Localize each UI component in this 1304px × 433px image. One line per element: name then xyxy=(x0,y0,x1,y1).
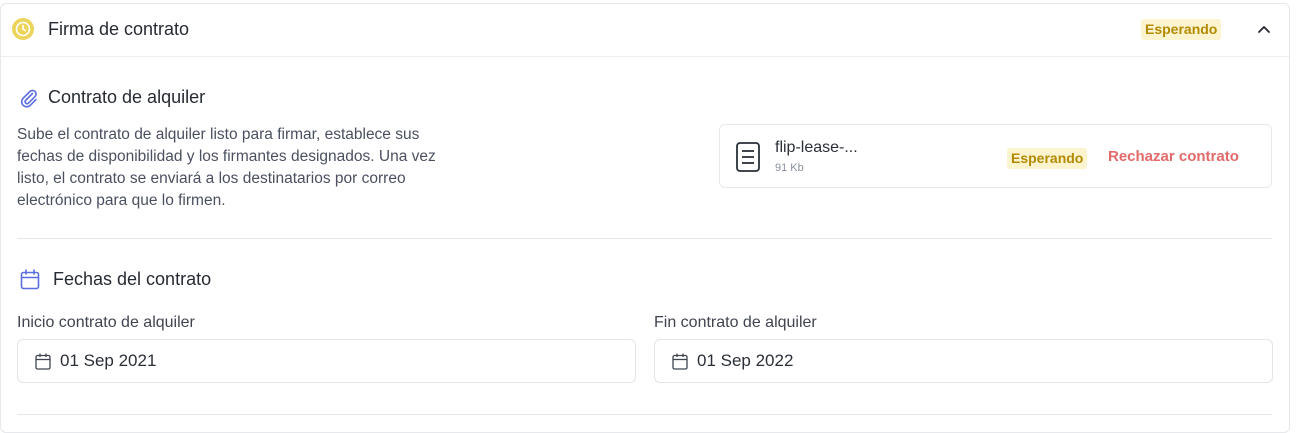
chevron-up-icon[interactable] xyxy=(1256,22,1272,36)
section-divider xyxy=(17,414,1272,415)
start-date-field[interactable]: 01 Sep 2021 xyxy=(17,339,636,383)
end-date-value: 01 Sep 2022 xyxy=(697,351,794,370)
contract-description: Sube el contrato de alquiler listo para … xyxy=(17,126,436,209)
contract-file-card: flip-lease-... 91 Kb Esperando Rechazar … xyxy=(719,124,1272,188)
file-size: 91 Kb xyxy=(775,162,804,174)
paperclip-icon xyxy=(20,89,37,108)
file-status-badge: Esperando xyxy=(1007,148,1088,169)
end-date-label: Fin contrato de alquiler xyxy=(654,314,817,331)
section-title: Firma de contrato xyxy=(48,19,190,39)
contract-section-title: Contrato de alquiler xyxy=(48,87,206,107)
start-date-label: Inicio contrato de alquiler xyxy=(17,314,195,331)
calendar-icon xyxy=(20,269,40,290)
calendar-icon xyxy=(35,353,51,370)
reject-contract-button[interactable]: Rechazar contrato xyxy=(1108,148,1239,165)
document-icon xyxy=(736,142,760,172)
dates-section-title: Fechas del contrato xyxy=(53,269,212,289)
status-badge: Esperando xyxy=(1141,19,1222,40)
section-divider xyxy=(17,238,1272,239)
contract-signing-card: Firma de contrato Esperando Contrato de … xyxy=(0,3,1290,433)
start-date-value: 01 Sep 2021 xyxy=(60,351,157,370)
clock-icon xyxy=(12,18,34,40)
end-date-field[interactable]: 01 Sep 2022 xyxy=(654,339,1273,383)
calendar-icon xyxy=(672,353,688,370)
card-header[interactable]: Firma de contrato Esperando xyxy=(1,4,1289,57)
file-name[interactable]: flip-lease-... xyxy=(775,139,858,157)
